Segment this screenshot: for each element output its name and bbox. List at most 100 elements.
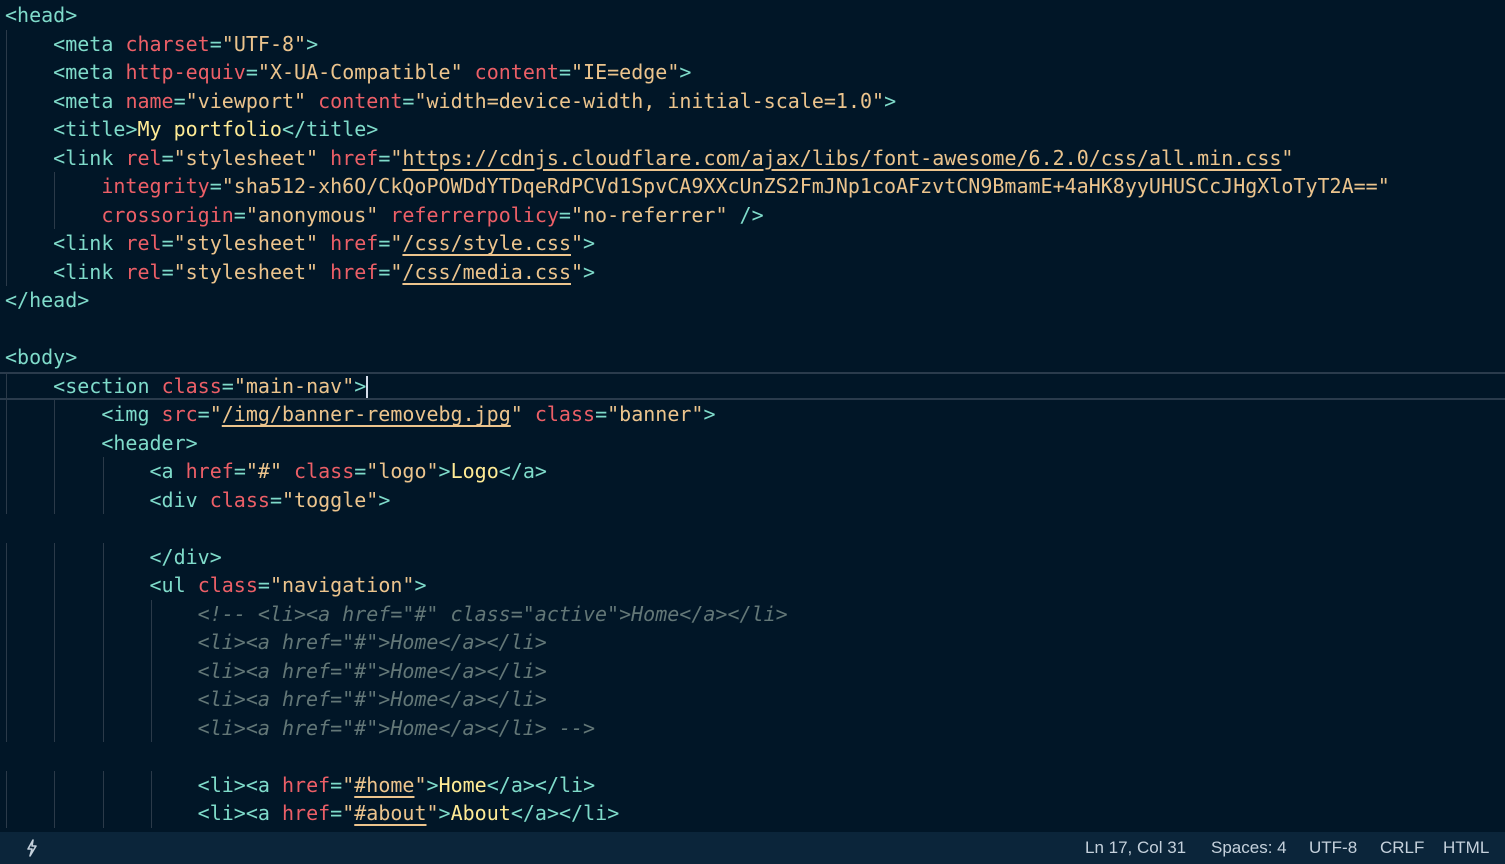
code-token: > xyxy=(426,772,439,797)
code-token: rel xyxy=(125,145,162,170)
code-line[interactable]: <section class="main-nav"> xyxy=(0,371,1505,401)
code-line[interactable]: <meta name="viewport" content="width=dev… xyxy=(0,86,1505,115)
code-token: header xyxy=(113,430,186,455)
code-text: <section class="main-nav"> xyxy=(5,372,369,401)
text-cursor xyxy=(366,376,369,398)
code-line[interactable]: <link rel="stylesheet" href="/css/style.… xyxy=(0,229,1505,258)
code-token: = xyxy=(161,259,174,284)
code-text: <li><a href="#">Home</a></li> xyxy=(5,657,547,686)
code-editor[interactable]: <head> <meta charset="UTF-8"> <meta http… xyxy=(0,0,1505,832)
code-token: li xyxy=(209,772,234,797)
code-line[interactable]: <link rel="stylesheet" href="https://cdn… xyxy=(0,143,1505,172)
code-token: > xyxy=(546,801,559,825)
code-token: > xyxy=(65,345,78,369)
code-token: href xyxy=(330,259,379,284)
code-line[interactable]: <li><a href="#">Home</a></li> xyxy=(0,685,1505,714)
code-token: = xyxy=(269,487,282,512)
encoding-setting[interactable]: UTF-8 xyxy=(1309,838,1357,858)
code-text: <li><a href="#">Home</a></li> xyxy=(5,685,547,714)
code-token: My portfolio xyxy=(137,117,282,141)
code-line[interactable]: <!-- <li><a href="#" class="active">Home… xyxy=(0,599,1505,629)
code-line[interactable]: <body> xyxy=(0,343,1505,372)
code-line[interactable]: <li><a href="#">Home</a></li> xyxy=(0,656,1505,686)
code-text: <title>My portfolio</title> xyxy=(5,115,378,144)
code-token: <li><a href="#">Home</a></li> xyxy=(197,658,547,683)
cursor-position[interactable]: Ln 17, Col 31 xyxy=(1085,838,1186,858)
code-token: a xyxy=(257,801,270,825)
code-line[interactable]: integrity="sha512-xh6O/CkQoPOWDdYTDqeRdP… xyxy=(0,172,1505,201)
code-line[interactable] xyxy=(0,514,1505,543)
code-token: section xyxy=(65,373,150,398)
code-token: < xyxy=(245,772,258,797)
code-token: class xyxy=(197,573,258,597)
code-text: <meta charset="UTF-8"> xyxy=(5,30,318,59)
code-line[interactable] xyxy=(0,742,1505,771)
code-token: = xyxy=(378,145,391,170)
code-token: link xyxy=(65,231,114,255)
code-line[interactable]: <img src="/img/banner-removebg.jpg" clas… xyxy=(0,400,1505,429)
code-token: crossorigin xyxy=(101,202,234,227)
code-line[interactable]: <title>My portfolio</title> xyxy=(0,115,1505,144)
code-token: "IE=edge" xyxy=(571,60,680,84)
code-token: charset xyxy=(125,31,210,56)
code-line[interactable] xyxy=(0,315,1505,344)
indentation-setting[interactable]: Spaces: 4 xyxy=(1211,838,1287,858)
code-line[interactable]: <li><a href="#">Home</a></li> --> xyxy=(0,713,1505,742)
code-token: link xyxy=(65,259,114,284)
code-token: = xyxy=(233,202,246,227)
code-line[interactable]: crossorigin="anonymous" referrerpolicy="… xyxy=(0,200,1505,229)
code-line[interactable]: <li><a href="#">Home</a></li> xyxy=(0,628,1505,657)
code-line[interactable]: <div class="toggle"> xyxy=(0,485,1505,514)
code-line[interactable]: <meta charset="UTF-8"> xyxy=(0,29,1505,59)
code-token: = xyxy=(161,231,174,255)
code-line[interactable]: <meta http-equiv="X-UA-Compatible" conte… xyxy=(0,58,1505,87)
code-line[interactable]: <link rel="stylesheet" href="/css/media.… xyxy=(0,257,1505,286)
code-token: " xyxy=(390,145,403,170)
code-line[interactable]: <header> xyxy=(0,428,1505,457)
code-token: body xyxy=(17,345,66,369)
code-token: href xyxy=(281,772,331,797)
code-token: </ xyxy=(486,772,511,797)
code-token: = xyxy=(558,60,571,84)
code-token: "logo" xyxy=(366,459,439,483)
code-line[interactable]: <li><a href="#home">Home</a></li> xyxy=(0,770,1505,799)
code-line[interactable]: <li><a href="#about">About</a></li> xyxy=(0,799,1505,828)
line-ending-setting[interactable]: CRLF xyxy=(1380,838,1424,858)
code-text: <ul class="navigation"> xyxy=(5,571,427,600)
language-mode[interactable]: HTML xyxy=(1443,838,1489,858)
code-token: referrerpolicy xyxy=(390,202,559,227)
code-token: link xyxy=(65,145,114,170)
code-token: > xyxy=(884,88,897,113)
code-token: #about xyxy=(354,801,427,825)
code-token: < xyxy=(53,117,66,141)
code-token: > xyxy=(185,430,198,455)
code-text: <!-- <li><a href="#" class="active">Home… xyxy=(5,600,788,629)
code-token: < xyxy=(53,373,66,398)
code-token: </ xyxy=(149,544,174,569)
feedback-icon[interactable] xyxy=(22,838,42,858)
code-token: "anonymous" xyxy=(245,202,379,227)
code-line[interactable]: <head> xyxy=(0,1,1505,30)
code-line[interactable]: <ul class="navigation"> xyxy=(0,571,1505,600)
code-token: < xyxy=(53,88,66,113)
code-token: > xyxy=(534,459,547,483)
code-line[interactable]: <a href="#" class="logo">Logo</a> xyxy=(0,457,1505,486)
code-line[interactable]: </div> xyxy=(0,542,1505,571)
code-line[interactable]: </head> xyxy=(0,286,1505,315)
